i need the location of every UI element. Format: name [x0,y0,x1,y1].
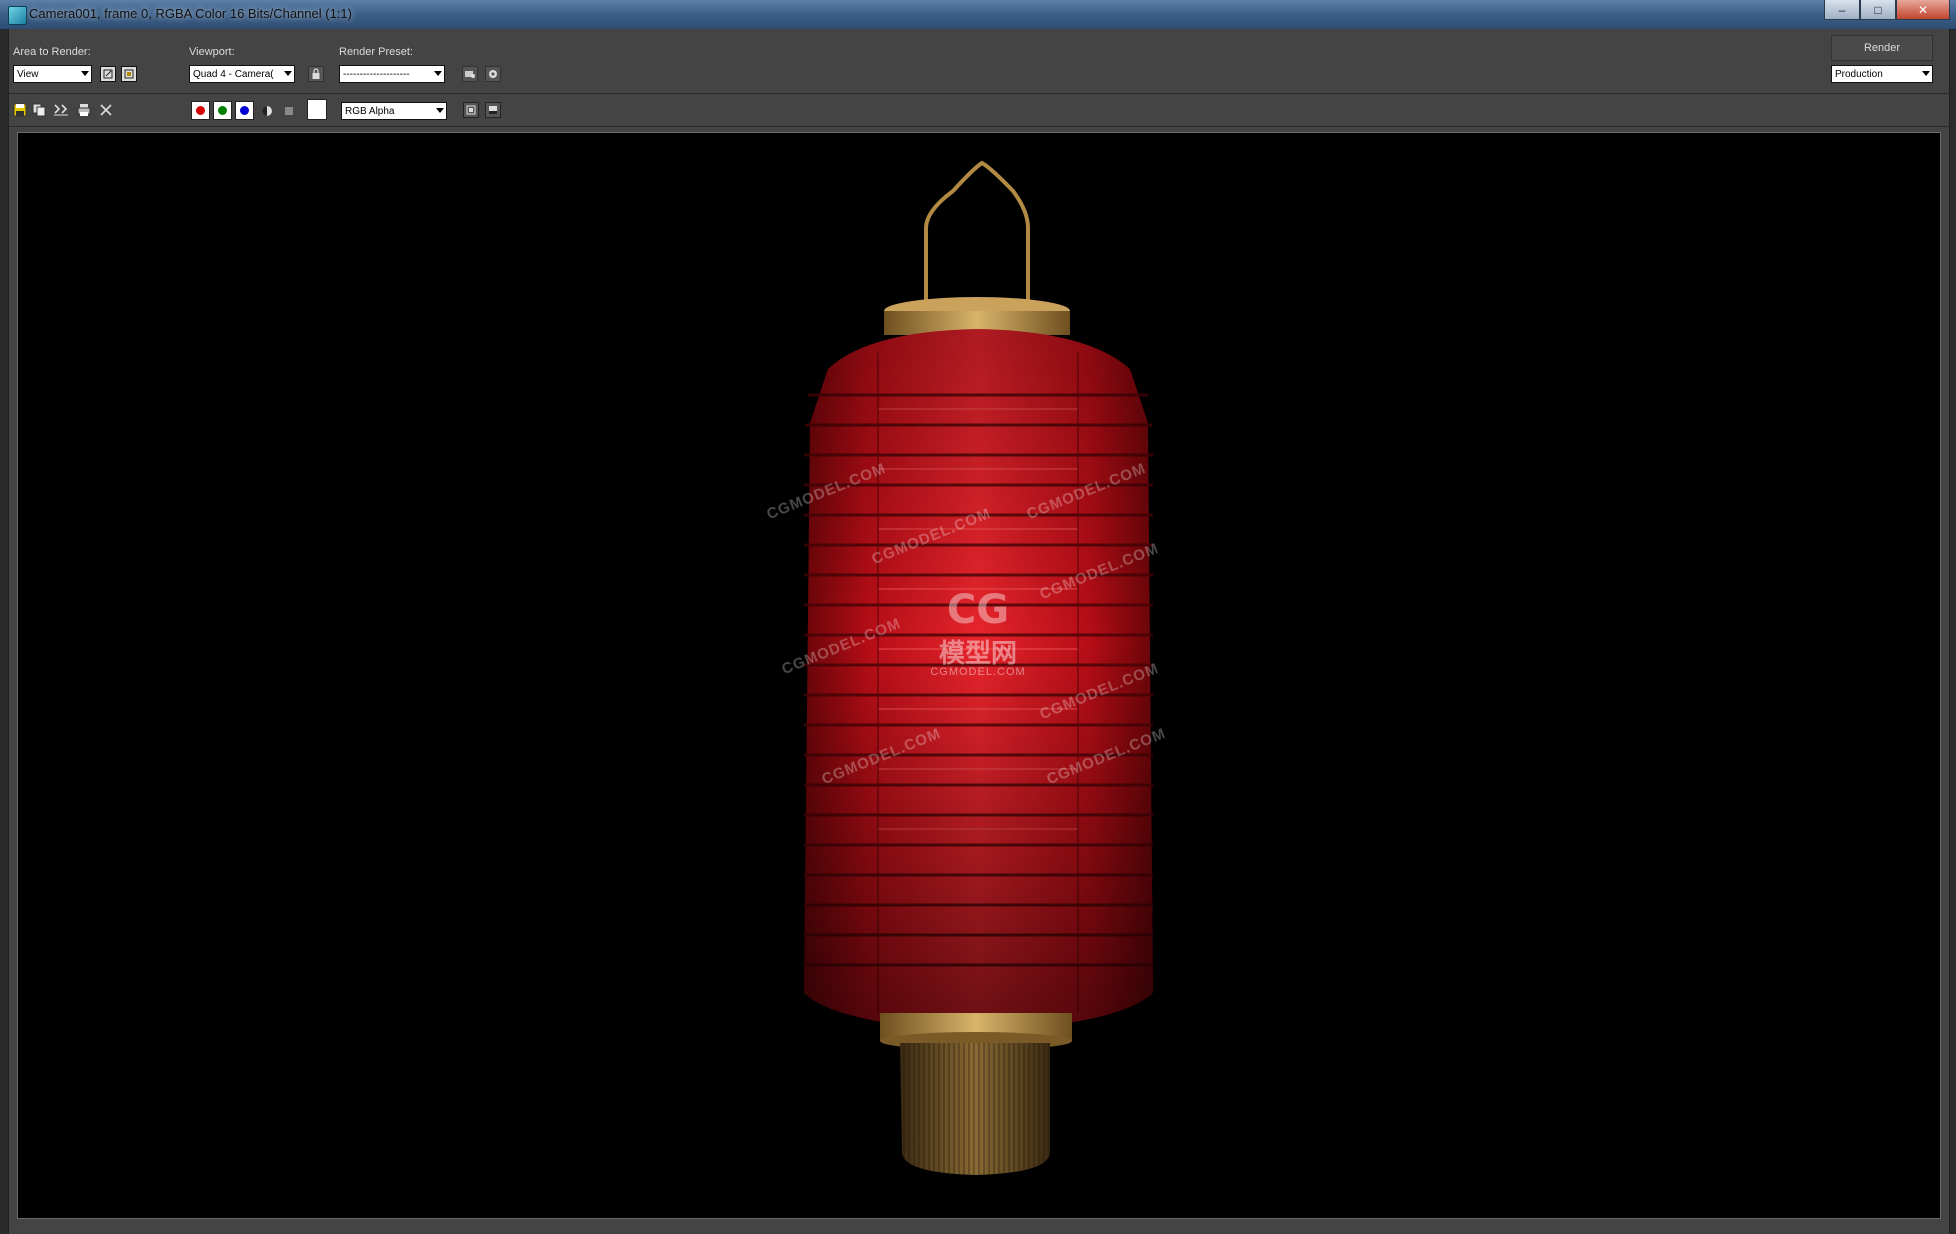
window-bottom-border [9,1222,1949,1234]
render-preset-label: Render Preset: [339,46,413,58]
render-setup-icon[interactable] [462,66,478,82]
green-channel-toggle[interactable] [213,101,232,120]
watermark-logo-text: 模型网 [938,638,1017,668]
swatch-color-box[interactable] [307,99,327,120]
render-frame-window: Area to Render: View Viewport: Quad 4 - … [8,29,1950,1234]
red-channel-toggle[interactable] [191,101,210,120]
window-title: Camera001, frame 0, RGBA Color 16 Bits/C… [29,6,352,21]
edit-region-icon[interactable] [100,66,116,82]
save-image-icon[interactable] [12,102,28,118]
render-preset-dropdown[interactable]: -------------------- [339,65,445,83]
window-controls: – □ ✕ [1824,0,1950,20]
area-to-render-label: Area to Render: [13,46,91,58]
copy-image-icon[interactable] [31,102,47,118]
watermark-logo-sub: CGMODEL.COM [930,666,1026,678]
toggle-ui-icon[interactable] [485,102,501,118]
render-settings-toolbar: Area to Render: View Viewport: Quad 4 - … [9,29,1949,94]
environment-effects-icon[interactable] [485,66,501,82]
red-channel-icon [196,106,205,115]
monochrome-icon[interactable] [281,103,297,119]
cg-logo-icon: CG [938,585,1018,633]
blue-channel-icon [240,106,249,115]
area-to-render-dropdown[interactable]: View [13,65,92,83]
channel-toolbar: RGB Alpha [9,94,1949,127]
auto-region-icon[interactable] [121,66,137,82]
maximize-button[interactable]: □ [1860,0,1896,20]
blue-channel-toggle[interactable] [235,101,254,120]
viewport-label: Viewport: [189,46,235,58]
render-viewport[interactable]: CGMODEL.COM CGMODEL.COM CGMODEL.COM CGMO… [17,132,1941,1219]
clear-icon[interactable] [98,102,114,118]
render-mode-dropdown[interactable]: Production [1831,65,1933,83]
green-channel-icon [218,106,227,115]
close-button[interactable]: ✕ [1896,0,1950,20]
print-image-icon[interactable] [76,102,92,118]
alpha-channel-icon[interactable] [259,103,275,119]
clone-frame-icon[interactable] [53,102,69,118]
channel-display-dropdown[interactable]: RGB Alpha [341,102,447,120]
viewport-dropdown[interactable]: Quad 4 - Camera( [189,65,295,83]
svg-text:CG: CG [947,587,1009,631]
minimize-button[interactable]: – [1824,0,1860,20]
app-icon [8,6,27,25]
render-button[interactable]: Render [1831,35,1933,61]
lock-icon[interactable] [308,66,324,82]
title-bar: Camera001, frame 0, RGBA Color 16 Bits/C… [0,0,1956,30]
toggle-ui-overlay-icon[interactable] [463,102,479,118]
